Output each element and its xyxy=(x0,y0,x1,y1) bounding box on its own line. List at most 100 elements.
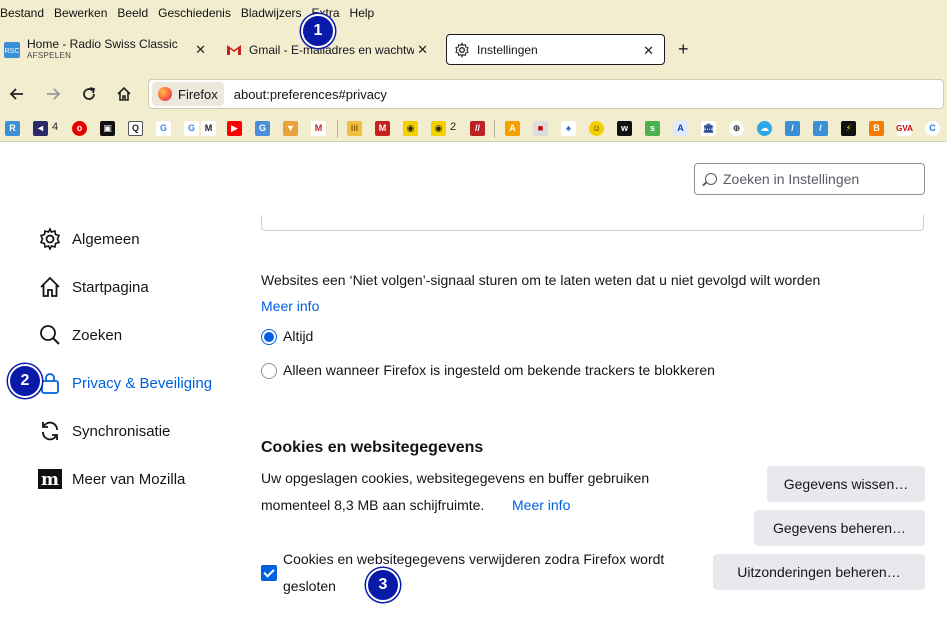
bookmark-globe-icon[interactable]: ⊕ xyxy=(729,121,744,136)
reload-icon xyxy=(83,87,96,100)
bookmark-dark-icon[interactable]: w xyxy=(617,121,632,136)
clear-data-button[interactable]: Gegevens wissen… xyxy=(767,466,925,502)
bookmark-radio-swiss-icon[interactable]: R xyxy=(5,121,20,136)
mozilla-icon: m xyxy=(38,467,62,491)
gear-icon xyxy=(455,41,469,58)
menubar: Bestand Bewerken Beeld Geschiedenis Blad… xyxy=(0,0,947,26)
cookies-learn-more-link[interactable]: Meer info xyxy=(512,497,570,513)
menu-geschiedenis[interactable]: Geschiedenis xyxy=(153,2,236,24)
identity-box[interactable]: Firefox xyxy=(152,82,224,106)
bookmark-shield-icon[interactable]: ▼ xyxy=(283,121,298,136)
bookmark-sci-icon[interactable]: s xyxy=(645,121,660,136)
dnt-learn-more-link[interactable]: Meer info xyxy=(261,298,319,314)
bookmark-folder-icon[interactable]: iii xyxy=(347,121,362,136)
close-icon[interactable]: ✕ xyxy=(417,42,428,58)
sidebar-item-home[interactable]: Startpagina xyxy=(38,272,149,302)
bookmark-google-icon[interactable]: G xyxy=(156,121,171,136)
bookmark-badge-icon[interactable]: ◉ xyxy=(403,121,418,136)
menu-help[interactable]: Help xyxy=(345,2,380,24)
sidebar-item-label: Meer van Mozilla xyxy=(72,470,186,488)
bookmark-c-icon[interactable]: C xyxy=(925,121,940,136)
sidebar-item-label: Algemeen xyxy=(72,230,140,248)
bookmark-orange-icon[interactable]: A xyxy=(505,121,520,136)
sidebar-item-general[interactable]: Algemeen xyxy=(38,224,140,254)
bookmark-cloud-icon[interactable]: ☁ xyxy=(757,121,772,136)
cookies-usage-line-1: Uw opgeslagen cookies, websitegegevens e… xyxy=(261,470,650,486)
sidebar-item-sync[interactable]: Synchronisatie xyxy=(38,416,170,446)
delete-on-close-label-line-1[interactable]: Cookies en websitegegevens verwijderen z… xyxy=(283,551,664,567)
url-text[interactable]: about:preferences#privacy xyxy=(234,87,387,102)
bookmark-separator xyxy=(494,120,495,138)
home-icon xyxy=(38,275,62,299)
delete-on-close-checkbox[interactable] xyxy=(261,565,277,581)
bookmark-building-icon[interactable]: 🏛 xyxy=(701,121,716,136)
menu-bewerken[interactable]: Bewerken xyxy=(49,2,112,24)
bookmark-red-icon[interactable]: M xyxy=(375,121,390,136)
close-icon[interactable]: ✕ xyxy=(643,43,654,59)
bookmark-gva-icon[interactable]: GVA xyxy=(896,121,913,136)
dnt-always-radio[interactable] xyxy=(261,329,277,345)
annotation-marker-2: 2 xyxy=(8,364,42,398)
bookmark-smiley-icon[interactable]: ☺ xyxy=(589,121,604,136)
home-icon xyxy=(117,86,131,101)
identity-label: Firefox xyxy=(178,86,218,102)
menu-beeld[interactable]: Beeld xyxy=(112,2,153,24)
radio-swiss-icon: RSC xyxy=(4,41,20,58)
dnt-tracking-only-radio[interactable] xyxy=(261,363,277,379)
tab-bar: RSC Home - Radio Swiss Classic AFSPELEN … xyxy=(0,26,947,74)
home-button[interactable] xyxy=(114,84,134,104)
tab-radio-swiss[interactable]: RSC Home - Radio Swiss Classic AFSPELEN … xyxy=(4,34,216,65)
sidebar-item-label: Zoeken xyxy=(72,326,123,344)
arrow-right-icon xyxy=(47,88,61,100)
bookmark-translate-icon[interactable]: G xyxy=(255,121,270,136)
gear-icon xyxy=(38,227,62,251)
svg-text:RSC: RSC xyxy=(5,48,20,55)
dnt-always-label[interactable]: Altijd xyxy=(283,328,313,344)
cookies-usage-line-2: momenteel 8,3 MB aan schijfruimte. xyxy=(261,497,485,513)
bookmark-bolt-icon[interactable]: ⚡ xyxy=(841,121,856,136)
sidebar-item-search[interactable]: Zoeken xyxy=(38,320,122,350)
menu-bladwijzers[interactable]: Bladwijzers xyxy=(236,2,307,24)
delete-on-close-label-line-2[interactable]: gesloten xyxy=(283,578,336,594)
bookmark-google-icon[interactable]: G xyxy=(184,121,199,136)
bookmark-badge-icon[interactable]: ◉ xyxy=(431,121,446,136)
annotation-marker-3: 3 xyxy=(366,568,400,602)
gmail-icon xyxy=(227,44,241,55)
manage-exceptions-button[interactable]: Uitzonderingen beheren… xyxy=(713,554,925,590)
bookmark-red-arrow-icon[interactable]: ◄ xyxy=(33,121,48,136)
arrow-left-icon xyxy=(9,88,23,100)
sidebar-item-mozilla[interactable]: m Meer van Mozilla xyxy=(38,464,185,494)
bookmark-blue-icon[interactable]: / xyxy=(813,121,828,136)
url-bar[interactable]: Firefox about:preferences#privacy xyxy=(148,79,944,109)
bookmark-vodafone-icon[interactable]: o xyxy=(72,121,87,136)
bookmark-blue-icon[interactable]: / xyxy=(785,121,800,136)
search-settings-box[interactable] xyxy=(694,163,925,195)
dnt-tracking-only-label[interactable]: Alleen wanneer Firefox is ingesteld om b… xyxy=(283,362,715,378)
bookmark-app-icon[interactable]: ▣ xyxy=(100,121,115,136)
bookmark-search-icon[interactable]: Q xyxy=(128,121,143,136)
close-icon[interactable]: ✕ xyxy=(195,42,206,58)
bookmark-flag-icon[interactable]: ■ xyxy=(533,121,548,136)
back-button[interactable] xyxy=(7,84,27,104)
menu-bestand[interactable]: Bestand xyxy=(0,2,49,24)
sync-icon xyxy=(38,419,62,443)
bookmark-count-badge: 4 xyxy=(52,121,59,133)
bookmark-youtube-icon[interactable]: ▶ xyxy=(227,121,242,136)
sidebar-item-privacy[interactable]: Privacy & Beveiliging xyxy=(38,368,212,398)
manage-data-button[interactable]: Gegevens beheren… xyxy=(754,510,925,546)
reload-button[interactable] xyxy=(79,84,99,104)
tab-playing-label: AFSPELEN xyxy=(27,50,72,60)
bookmark-count-badge: 2 xyxy=(450,121,457,133)
bookmark-gmail-icon[interactable]: M xyxy=(201,121,216,136)
bookmark-striped-icon[interactable]: // xyxy=(470,121,485,136)
svg-text:m: m xyxy=(41,470,59,490)
bookmark-gmail-icon[interactable]: M xyxy=(311,121,326,136)
tab-settings[interactable]: Instellingen ✕ xyxy=(446,34,665,65)
bookmark-a-icon[interactable]: A xyxy=(673,121,688,136)
new-tab-button[interactable]: + xyxy=(678,38,689,60)
bookmark-drop-icon[interactable]: ♠ xyxy=(561,121,576,136)
firefox-logo-icon xyxy=(158,87,172,101)
forward-button[interactable] xyxy=(43,84,63,104)
bookmark-blogger-icon[interactable]: B xyxy=(869,121,884,136)
search-settings-input[interactable] xyxy=(723,171,913,187)
